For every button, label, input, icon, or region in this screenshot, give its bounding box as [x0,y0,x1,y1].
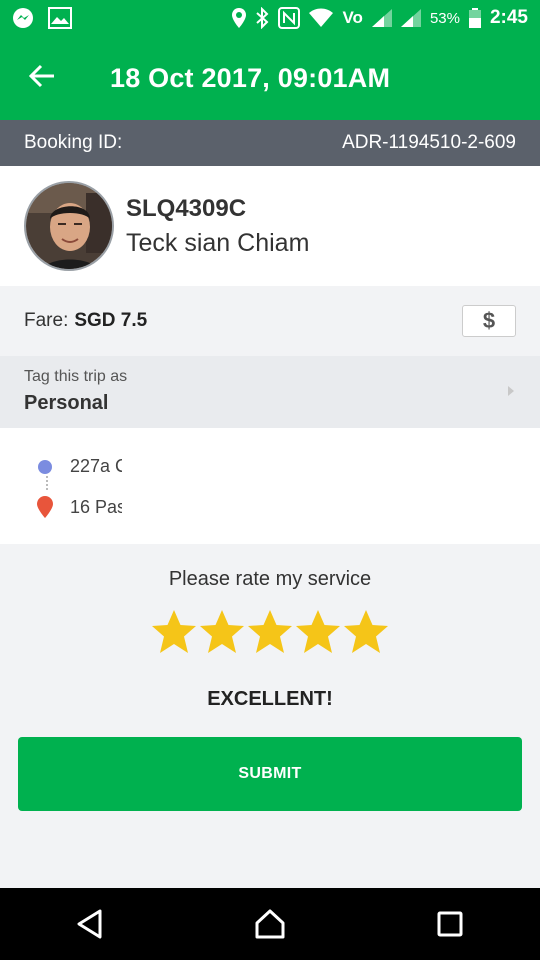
booking-bar: Booking ID: ADR-1194510-2-609 [0,120,540,166]
pickup-dot-icon [38,459,52,474]
tag-trip-value: Personal [24,392,109,414]
dollar-icon: $ [482,308,496,333]
recents-square-icon [437,911,463,937]
messenger-icon [12,7,34,29]
route-connector [46,476,48,490]
page-title: 18 Oct 2017, 09:01AM [110,62,391,93]
dropoff-pin-icon [36,496,54,518]
booking-id-label: Booking ID: [24,132,123,153]
star-rating [0,608,540,656]
driver-info: SLQ4309C Teck sian Chiam [126,195,309,258]
signal-icon [400,9,421,27]
status-bar: Vo 53% 2:45 [0,0,540,36]
nav-back-button[interactable] [50,894,130,954]
battery-icon [468,8,481,28]
fare-value: SGD 7.5 [74,310,148,331]
rating-result: EXCELLENT! [207,688,333,710]
pickup-address: 227a Compassvale [70,456,122,476]
nfc-icon [278,7,301,29]
dropoff-row: 16 Pasir Ris [36,496,122,518]
star-icon[interactable] [150,608,198,656]
clock: 2:45 [489,7,528,28]
location-icon [232,8,247,28]
route-section: 227a Compassvale 16 Pasir Ris [0,428,540,544]
tag-trip-label: Tag this trip as [24,368,128,385]
back-button[interactable] [0,36,84,120]
pickup-row: 227a Compassvale [38,456,122,477]
system-nav-bar [0,888,540,960]
submit-button[interactable]: SUBMIT [18,737,522,811]
fare-row: Fare: SGD 7.5 $ [0,286,540,356]
fare-label: Fare: [24,310,69,331]
rating-section: Please rate my service EXCELLENT! SUBMIT [0,544,540,888]
back-triangle-icon [77,909,102,939]
nav-home-button[interactable] [230,894,310,954]
star-icon[interactable] [342,608,390,656]
bluetooth-icon [255,7,269,29]
chevron-right-icon [508,386,514,396]
app-bar: 18 Oct 2017, 09:01AM [0,36,540,120]
booking-id-value: ADR-1194510-2-609 [342,132,516,153]
wifi-icon [309,8,334,28]
star-icon[interactable] [198,608,246,656]
driver-name: Teck sian Chiam [126,228,310,257]
tag-trip-selector[interactable]: Tag this trip as Personal [0,356,540,428]
dropoff-address: 16 Pasir Ris [70,496,122,517]
home-icon [255,909,285,939]
driver-card: SLQ4309C Teck sian Chiam [0,166,540,286]
star-icon[interactable] [294,608,342,656]
vehicle-plate: SLQ4309C [126,194,247,222]
driver-avatar [24,181,114,271]
battery-percent: 53% [429,9,460,27]
gallery-icon [48,7,72,29]
signal-icon [371,9,392,27]
volte-icon: Vo [342,8,363,27]
fare-details-button[interactable]: $ [462,305,516,337]
nav-recents-button[interactable] [410,894,490,954]
star-icon[interactable] [246,608,294,656]
rating-prompt: Please rate my service [168,568,372,590]
arrow-left-icon [28,64,55,93]
